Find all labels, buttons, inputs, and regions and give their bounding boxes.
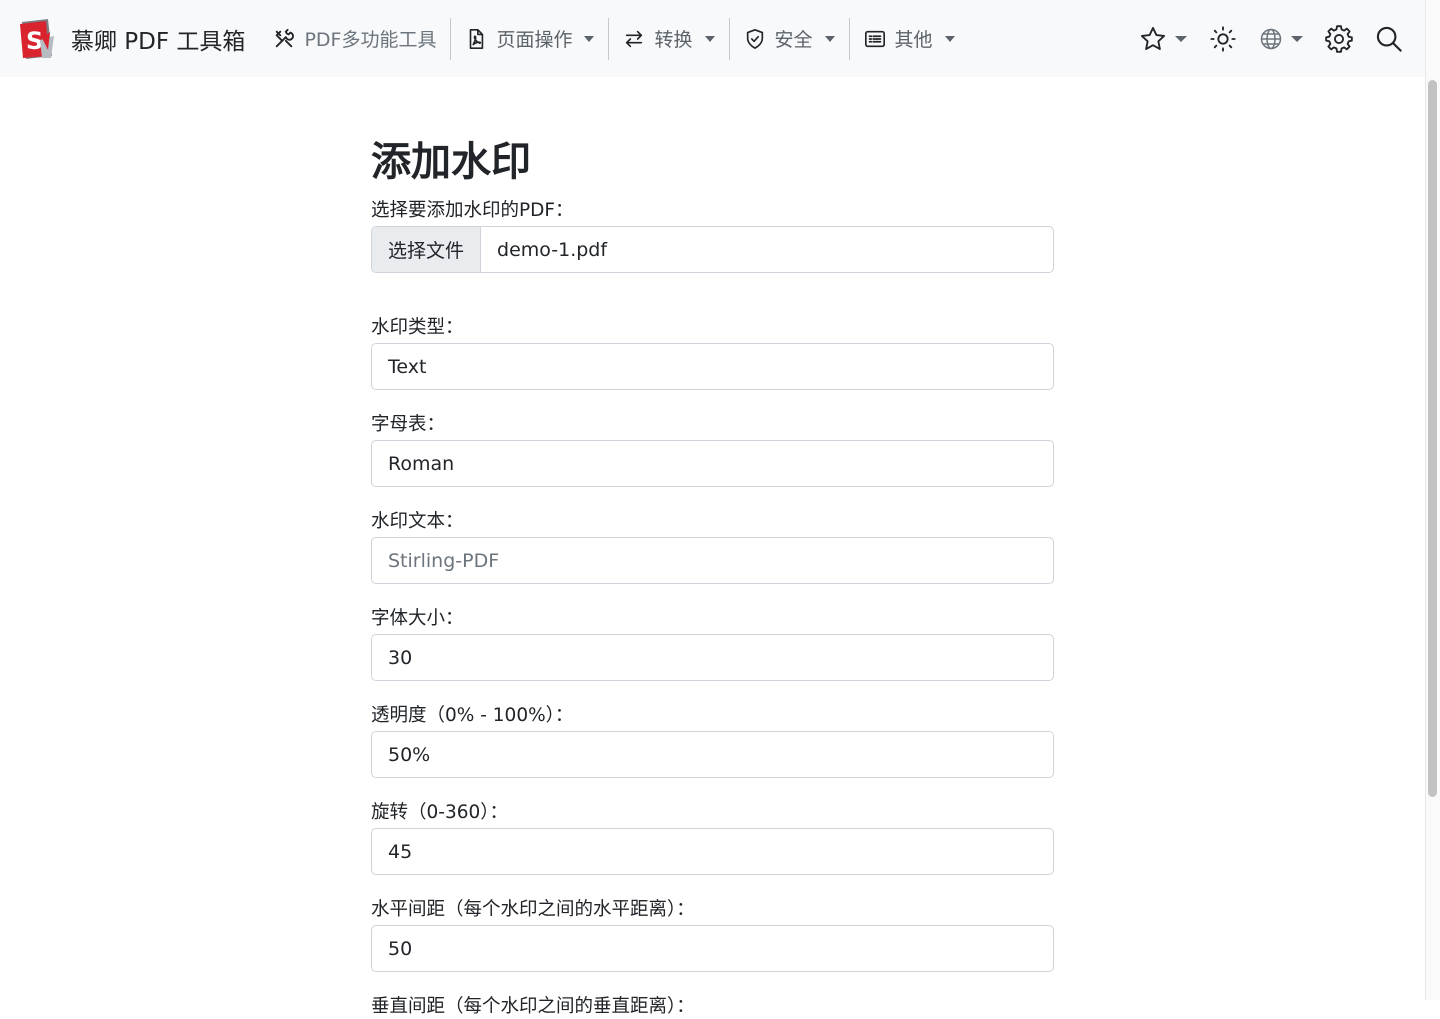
sun-icon — [1210, 25, 1236, 52]
brand-name: 慕卿 PDF 工具箱 — [71, 28, 246, 55]
file-pdf-icon — [470, 28, 484, 49]
alphabet-label: 字母表： — [371, 414, 446, 435]
tools-icon — [276, 28, 295, 47]
brand-link[interactable]: S 慕卿 PDF 工具箱 — [18, 18, 245, 60]
vertical-scrollbar[interactable] — [1425, 0, 1440, 1000]
chevron-down-icon — [824, 35, 835, 42]
chevron-down-icon — [944, 35, 955, 42]
top-navbar: S 慕卿 PDF 工具箱 PDF多功能工具 页面操作 转换 安全 其他 — [0, 0, 1425, 77]
nav-page-ops-dropdown[interactable]: 页面操作 — [451, 19, 608, 59]
nav-other-label: 其他 — [894, 29, 933, 51]
chevron-down-icon — [1175, 35, 1187, 42]
chevron-down-icon — [704, 35, 715, 42]
nav-multi-tool-label: PDF多功能工具 — [304, 29, 437, 51]
watermark-type-label: 水印类型： — [371, 317, 464, 338]
selected-file-name: demo-1.pdf — [497, 238, 608, 261]
nav-page-ops-label: 页面操作 — [496, 29, 573, 51]
nav-other-dropdown[interactable]: 其他 — [850, 19, 969, 59]
search-button[interactable] — [1375, 25, 1403, 53]
nav-security-dropdown[interactable]: 安全 — [730, 19, 849, 59]
page-title: 添加水印 — [371, 139, 531, 185]
chevron-down-icon — [584, 35, 595, 42]
opacity-label: 透明度（0% - 100%）： — [371, 705, 574, 726]
watermark-text-label: 水印文本： — [371, 511, 464, 532]
list-card-icon — [864, 30, 885, 47]
gear-icon — [1325, 24, 1353, 53]
rotation-label: 旋转（0-360）： — [371, 802, 509, 823]
shield-check-icon — [746, 28, 763, 49]
nav-convert-dropdown[interactable]: 转换 — [609, 19, 728, 59]
favorites-dropdown[interactable] — [1139, 25, 1187, 53]
scrollbar-thumb[interactable] — [1428, 80, 1437, 797]
language-dropdown[interactable] — [1259, 27, 1303, 51]
nav-security-label: 安全 — [774, 29, 813, 51]
watermark-form: 添加水印 选择要添加水印的PDF： 选择文件 demo-1.pdf 水印类型： … — [371, 138, 1054, 1019]
arrow-left-right-icon — [626, 30, 643, 47]
search-icon — [1376, 26, 1402, 52]
globe-icon — [1260, 28, 1282, 49]
choose-file-button[interactable]: 选择文件 — [372, 227, 482, 272]
watermark-type-select[interactable]: Text — [371, 343, 1054, 390]
opacity-input[interactable]: 50% — [371, 731, 1054, 778]
font-size-label: 字体大小： — [371, 608, 464, 629]
file-input[interactable]: 选择文件 demo-1.pdf — [371, 226, 1054, 273]
height-spacer-label: 垂直间距（每个水印之间的垂直距离）： — [371, 996, 695, 1017]
theme-toggle-button[interactable] — [1209, 25, 1237, 53]
file-label: 选择要添加水印的PDF： — [371, 200, 574, 221]
width-spacer-input[interactable]: 50 — [371, 925, 1054, 972]
star-icon — [1140, 26, 1166, 50]
settings-button[interactable] — [1325, 24, 1353, 53]
nav-multi-tool[interactable]: PDF多功能工具 — [263, 19, 450, 59]
rotation-input[interactable]: 45 — [371, 828, 1054, 875]
font-size-input[interactable]: 30 — [371, 634, 1054, 681]
chevron-down-icon — [1291, 35, 1303, 42]
width-spacer-label: 水平间距（每个水印之间的水平距离）： — [371, 899, 695, 920]
alphabet-select[interactable]: Roman — [371, 440, 1054, 487]
app-logo-icon: S — [20, 18, 54, 59]
watermark-text-input[interactable] — [371, 537, 1054, 584]
nav-convert-label: 转换 — [654, 29, 693, 51]
